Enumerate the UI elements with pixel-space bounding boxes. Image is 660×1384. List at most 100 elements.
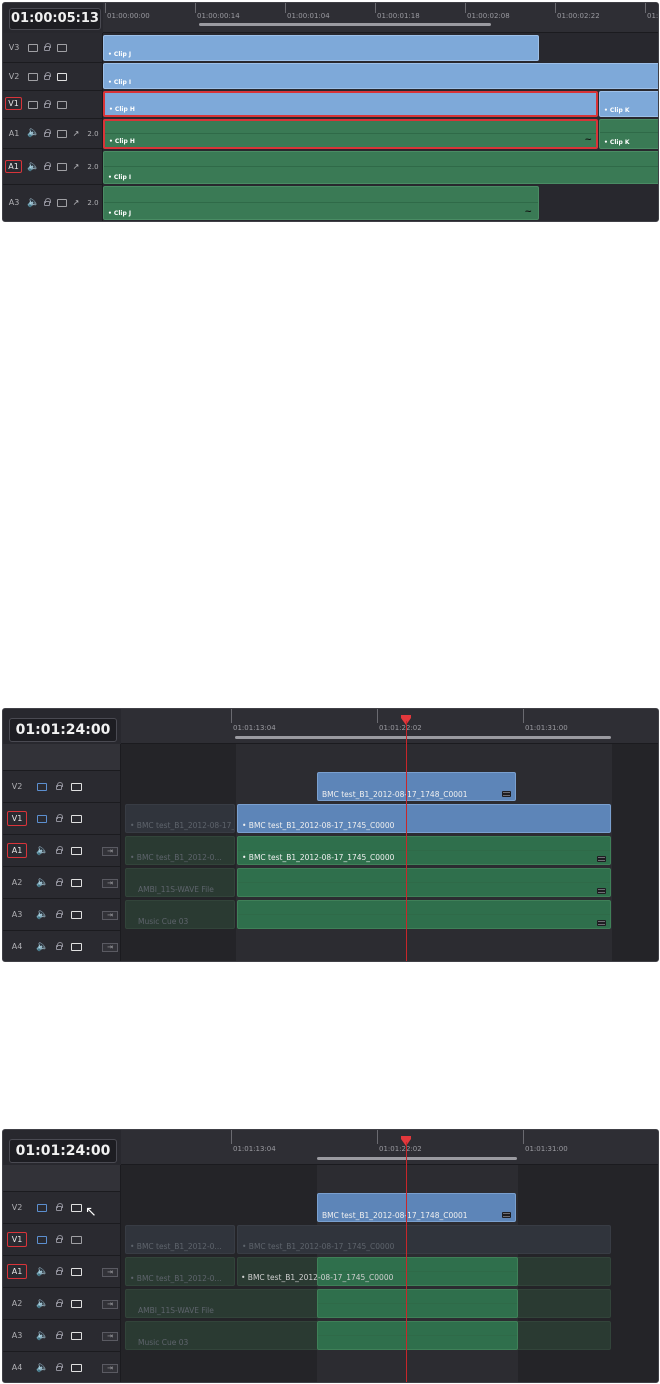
clip-v1-c0000[interactable]: • BMC test_B1_2012-08-17_1745_C0000 [237,804,611,833]
track-name-destination[interactable]: A1 [5,160,22,173]
track-header-a2[interactable]: A2 🔈 ⇥ [3,1288,121,1320]
clip-a2[interactable] [317,1289,518,1318]
speaker-icon[interactable]: 🔈 [27,128,39,138]
patch-button[interactable]: ⇥ [102,847,118,856]
track-header-a3[interactable]: A3 🔈 ⇥ [3,899,121,931]
timeline-scrollbar[interactable] [317,1157,517,1160]
track-header-v1[interactable]: V1 [3,91,103,119]
track-name-destination[interactable]: V1 [5,97,22,110]
lock-icon[interactable] [56,782,63,790]
track-name-destination[interactable]: A1 [7,843,27,858]
timeline-scrollbar[interactable] [199,23,491,26]
sync-arrow-icon[interactable]: ↗ [71,199,81,207]
auto-select-icon[interactable] [71,815,82,823]
monitor-icon[interactable] [37,1204,47,1212]
speaker-icon[interactable]: 🔈 [36,1267,48,1277]
auto-select-icon[interactable] [71,1332,82,1340]
speaker-icon[interactable]: 🔈 [27,198,39,208]
track-name-destination[interactable]: V1 [7,1232,27,1247]
fade-handle-icon[interactable]: ~ [584,135,592,145]
auto-select-icon[interactable] [71,911,82,919]
auto-select-icon[interactable] [71,1300,82,1308]
lock-icon[interactable] [44,100,51,108]
speaker-icon[interactable]: 🔈 [27,162,39,172]
patch-button[interactable]: ⇥ [102,1332,118,1341]
clip-a1-c0000[interactable]: • BMC test_B1_2012-08-17_1745_C0000 [237,836,611,865]
auto-select-icon[interactable] [57,163,67,171]
track-header-v2[interactable]: V2 [3,771,121,803]
speaker-icon[interactable]: 🔈 [36,1299,48,1309]
lock-icon[interactable] [44,72,51,80]
monitor-icon[interactable] [28,73,38,81]
lock-icon[interactable] [56,878,63,886]
track-header-a4[interactable]: A4 🔈 ⇥ [3,931,121,961]
sync-arrow-icon[interactable]: ↗ [71,163,81,171]
clip-v1-ghost[interactable]: • BMC test_B1_2012-08-17_1745_C0000 [125,804,235,833]
lock-icon[interactable] [44,129,51,137]
timecode-display[interactable]: 01:01:24:00 [9,718,117,742]
fade-handle-icon[interactable]: ~ [524,207,532,217]
lock-icon[interactable] [56,814,63,822]
lock-icon[interactable] [56,1267,63,1275]
timeline-ruler[interactable]: 01:00:00:00 01:00:00:14 01:00:01:04 01:0… [103,3,658,33]
clip-j-audio[interactable]: • Clip J ~ [103,186,539,220]
lock-icon[interactable] [56,846,63,854]
patch-button[interactable]: ⇥ [102,1364,118,1373]
track-name-destination[interactable]: A1 [7,1264,27,1279]
clip-h-audio-selected[interactable]: • Clip H ~ [103,119,598,149]
clip-a3[interactable] [317,1321,518,1350]
clip-k-audio[interactable]: • Clip K [599,119,658,149]
track-header-v1[interactable]: V1 [3,1224,121,1256]
monitor-icon[interactable] [37,783,47,791]
speaker-icon[interactable]: 🔈 [36,878,48,888]
lock-icon[interactable] [56,910,63,918]
lock-icon[interactable] [56,1299,63,1307]
auto-select-icon[interactable] [71,1236,82,1244]
lock-icon[interactable] [56,1235,63,1243]
clip-a1-ghost[interactable]: • BMC test_B1_2012-0... [125,1257,235,1286]
clip-v1-ghost-a[interactable]: • BMC test_B1_2012-0... [125,1225,235,1254]
clip-h-video-selected[interactable]: • Clip H [103,91,598,117]
auto-select-icon[interactable] [71,1204,82,1212]
timecode-display[interactable]: 01:01:24:00 [9,1139,117,1163]
clip-i-video[interactable]: • Clip I [103,63,658,89]
lock-icon[interactable] [44,198,51,206]
speaker-icon[interactable]: 🔈 [36,910,48,920]
clip-a1-ghost[interactable]: • BMC test_B1_2012-0... [125,836,235,865]
lock-icon[interactable] [44,43,51,51]
patch-button[interactable]: ⇥ [102,1300,118,1309]
auto-select-icon[interactable] [57,130,67,138]
timecode-display[interactable]: 01:00:05:13 [9,8,101,30]
auto-select-icon[interactable] [71,847,82,855]
clip-v2-c0001[interactable]: BMC test_B1_2012-08-17_1748_C0001 [317,772,516,801]
track-header-v2[interactable]: V2 [3,63,103,91]
timeline-ruler[interactable]: 01:01:13:04 01:01:22:02 01:01:31:00 [121,709,658,744]
sync-arrow-icon[interactable]: ↗ [71,130,81,138]
track-header-a3[interactable]: A3 🔈 ⇥ [3,1320,121,1352]
track-header-a1[interactable]: A1 🔈 ⇥ [3,1256,121,1288]
auto-select-icon[interactable] [57,199,67,207]
track-header-v2[interactable]: V2 [3,1192,121,1224]
speaker-icon[interactable]: 🔈 [36,846,48,856]
monitor-icon[interactable] [28,44,38,52]
clip-v2-c0001[interactable]: BMC test_B1_2012-08-17_1748_C0001 [317,1193,516,1222]
monitor-icon[interactable] [37,1236,47,1244]
lock-icon[interactable] [44,162,51,170]
speaker-icon[interactable]: 🔈 [36,942,48,952]
auto-select-icon[interactable] [57,44,67,52]
monitor-icon[interactable] [28,101,38,109]
speaker-icon[interactable]: 🔈 [36,1363,48,1373]
patch-button[interactable]: ⇥ [102,943,118,952]
auto-select-icon[interactable] [57,101,67,109]
auto-select-icon[interactable] [71,1364,82,1372]
monitor-icon[interactable] [37,815,47,823]
auto-select-icon[interactable] [71,943,82,951]
clip-v1-ghost-b[interactable]: • BMC test_B1_2012-08-17_1745_C0000 [237,1225,611,1254]
track-header-a2[interactable]: A1 🔈 ↗ 2.0 [3,149,103,185]
track-name-destination[interactable]: V1 [7,811,27,826]
lock-icon[interactable] [56,942,63,950]
auto-select-icon[interactable] [71,1268,82,1276]
clip-a3-ghost[interactable]: Music Cue 03 [125,900,235,929]
track-header-v1[interactable]: V1 [3,803,121,835]
track-header-a1[interactable]: A1 🔈 ⇥ [3,835,121,867]
